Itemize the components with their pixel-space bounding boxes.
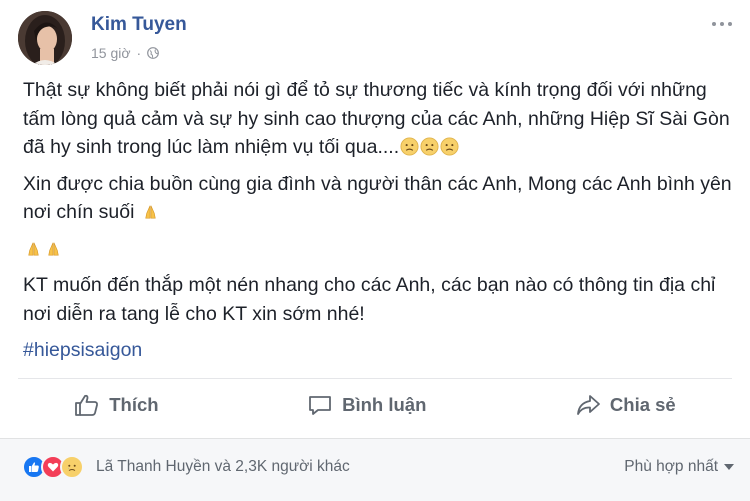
sad-reaction-icon — [60, 455, 84, 479]
facebook-post: Kim Tuyen 15 giờ · Thật sự không biết ph… — [0, 0, 750, 501]
post-content: Thật sự không biết phải nói gì để tỏ sự … — [23, 76, 738, 373]
post-paragraph: KT muốn đến thắp một nén nhang cho các A… — [23, 271, 738, 328]
author-name[interactable]: Kim Tuyen — [91, 14, 187, 36]
share-label: Chia sẻ — [609, 394, 676, 415]
paragraph-text: KT muốn đến thắp một nén nhang cho các A… — [23, 274, 716, 325]
author-avatar[interactable] — [18, 11, 72, 65]
paragraph-text: Xin được chia buồn cùng gia đình và ngườ… — [23, 172, 732, 224]
meta-separator: · — [136, 45, 142, 61]
post-paragraph: #hiepsisaigon — [23, 336, 738, 365]
reaction-icons[interactable] — [22, 455, 84, 479]
more-options-icon[interactable] — [712, 18, 734, 30]
reaction-summary[interactable]: Lã Thanh Huyền và 2,3K người khác — [96, 458, 350, 476]
post-paragraph — [23, 235, 738, 264]
comment-button[interactable]: Bình luận — [295, 393, 438, 417]
comment-sort-dropdown[interactable]: Phù hợp nhất — [624, 458, 734, 476]
sad-face-icon — [440, 137, 459, 156]
paragraph-text: Thật sự không biết phải nói gì để tỏ sự … — [23, 79, 730, 158]
post-paragraph: Thật sự không biết phải nói gì để tỏ sự … — [23, 76, 738, 162]
caret-down-icon — [724, 464, 734, 470]
globe-icon[interactable] — [147, 47, 160, 59]
post-actions: Thích Bình luận Chia sẻ — [0, 382, 750, 428]
like-label: Thích — [109, 394, 159, 415]
folded-hands-icon — [28, 242, 39, 255]
sort-label: Phù hợp nhất — [624, 458, 718, 475]
share-button[interactable]: Chia sẻ — [563, 393, 688, 417]
folded-hands-icon — [145, 205, 156, 219]
thumbs-up-icon — [75, 394, 99, 416]
share-icon — [577, 395, 600, 415]
comment-icon — [309, 396, 332, 415]
reactions-bar: Lã Thanh Huyền và 2,3K người khác Phù hợ… — [0, 438, 750, 501]
post-timestamp[interactable]: 15 giờ — [91, 45, 131, 61]
sad-face-icon — [400, 137, 419, 156]
like-button[interactable]: Thích — [62, 393, 170, 417]
comment-label: Bình luận — [342, 394, 427, 415]
post-meta: 15 giờ · — [91, 45, 160, 61]
hashtag-link[interactable]: #hiepsisaigon — [23, 339, 142, 361]
post-paragraph: Xin được chia buồn cùng gia đình và ngườ… — [23, 170, 738, 227]
actions-divider — [18, 378, 732, 379]
sad-face-icon — [420, 137, 439, 156]
folded-hands-icon — [48, 242, 59, 255]
